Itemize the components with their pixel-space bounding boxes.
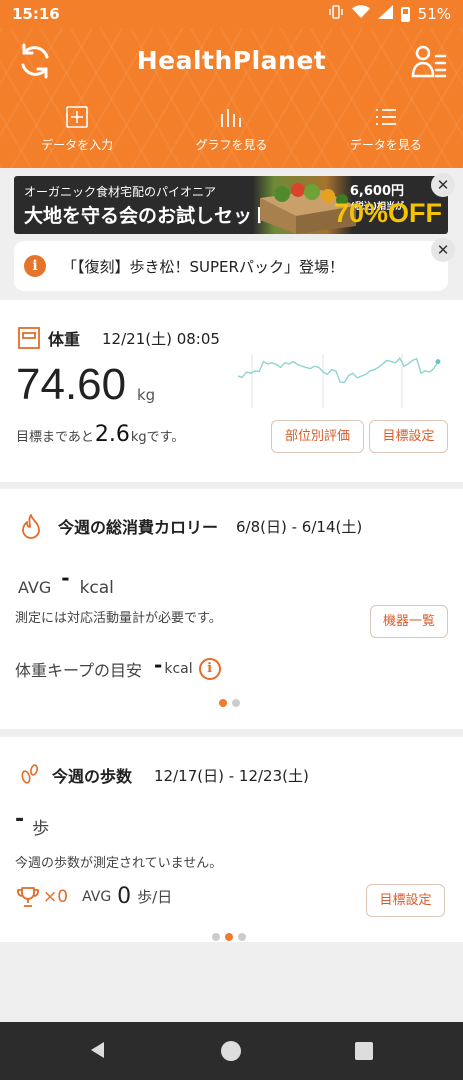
steps-summary: ×0 AVG 0 歩/日 (16, 884, 172, 909)
system-nav-bar (0, 1022, 463, 1080)
nav-label: データを見る (349, 138, 422, 152)
nav-label: データを入力 (41, 138, 114, 152)
weight-sparkline[interactable] (238, 350, 444, 412)
nav-data-input[interactable]: データを入力 (0, 106, 154, 153)
back-icon[interactable] (88, 1040, 108, 1060)
steps-goal-button[interactable]: 目標設定 (366, 884, 445, 917)
goal-value: 2.6 (94, 422, 130, 447)
weight-goal-button[interactable]: 目標設定 (369, 420, 448, 453)
device-list-button[interactable]: 機器一覧 (370, 605, 448, 638)
weight-goal: 目標まであと 2.6 kgです。 (16, 422, 184, 447)
pager-dot[interactable] (212, 933, 220, 941)
nav-label: グラフを見る (195, 138, 268, 152)
ad-discount: 70%OFF (333, 198, 442, 228)
steps-range: 12/17(日) - 12/23(土) (154, 766, 309, 785)
trophy-icon (17, 886, 39, 907)
weight-value: 74.60 (16, 360, 127, 409)
body-evaluation-button[interactable]: 部位別評価 (271, 420, 364, 453)
calorie-avg-label: AVG (18, 578, 52, 597)
status-bar: 15:16 51% (0, 0, 463, 28)
list-icon (375, 109, 396, 125)
calorie-card-header: 今週の総消費カロリー 6/8(日) - 6/14(土) (18, 513, 362, 539)
info-icon[interactable]: i (198, 658, 221, 680)
user-menu-icon[interactable] (411, 42, 447, 80)
ad-tagline: オーガニック食材宅配のパイオニア (24, 185, 217, 199)
app-header: HealthPlanet データを入力 グラフを見る データを見る (0, 28, 463, 168)
steps-card-header: 今週の歩数 12/17(日) - 12/23(土) (18, 762, 309, 788)
keep-value: - (154, 653, 163, 677)
weight-keep-target: 体重キープの目安 - kcal i (15, 653, 221, 681)
recents-icon[interactable] (354, 1041, 374, 1061)
steps-avg-label: AVG (82, 888, 112, 905)
steps-unit: 歩 (32, 819, 50, 839)
app-title: HealthPlanet (136, 46, 327, 75)
keep-unit: kcal (164, 661, 193, 677)
notice-close-button[interactable]: ✕ (431, 238, 455, 262)
flame-icon (22, 514, 40, 539)
ad-headline: 大地を守る会のお試しセット (24, 205, 272, 227)
sparkline-line (238, 356, 439, 384)
steps-avg-value: 0 (117, 884, 132, 909)
pager-dot[interactable] (238, 933, 246, 941)
wifi-icon (351, 5, 370, 23)
goal-suffix: kgです。 (130, 430, 185, 445)
ad-close-button[interactable]: ✕ (431, 173, 455, 197)
header-nav: データを入力 グラフを見る データを見る (0, 106, 463, 153)
steps-total: - 歩 (15, 807, 50, 840)
vibrate-icon (328, 5, 344, 23)
pager-dot[interactable] (232, 699, 240, 707)
bar-chart-icon (221, 109, 242, 127)
battery-level: 51% (417, 5, 451, 23)
goal-prefix: 目標まであと (16, 430, 94, 445)
calorie-avg: AVG - kcal (18, 566, 114, 598)
info-icon: i (24, 255, 46, 277)
weight-datetime: 12/21(土) 08:05 (102, 329, 220, 348)
steps-note: 今週の歩数が測定されていません。 (15, 856, 223, 871)
keep-label: 体重キープの目安 (15, 661, 143, 680)
plus-square-icon (66, 106, 88, 128)
weight-card-header: 体重 12/21(土) 08:05 (18, 326, 220, 350)
calorie-note: 測定には対応活動量計が必要です。 (15, 611, 222, 626)
calorie-avg-unit: kcal (79, 578, 114, 598)
scale-icon (18, 327, 40, 349)
calorie-range: 6/8(日) - 6/14(土) (236, 517, 363, 536)
screen: 15:16 51% HealthPlanet データを入力 グラフを見る データ… (0, 0, 463, 1080)
sparkline-latest-point (435, 359, 441, 365)
nav-view-data[interactable]: データを見る (309, 106, 463, 153)
battery-icon (400, 6, 410, 22)
footprints-icon (21, 764, 38, 784)
trophy-count: ×0 (43, 886, 69, 907)
steps-value: - (15, 807, 25, 832)
notice-banner[interactable]: i 「【復刻】歩き松！SUPERパック」登場！ (14, 241, 448, 291)
calorie-avg-value: - (61, 566, 70, 590)
status-time: 15:16 (12, 5, 60, 23)
ad-price-value: 6,600円 (349, 184, 404, 199)
weight-unit: kg (137, 386, 156, 404)
signal-icon (377, 5, 393, 23)
steps-pager (212, 933, 246, 941)
calorie-pager (219, 699, 240, 707)
notice-text: 「【復刻】歩き松！SUPERパック」登場！ (62, 257, 344, 276)
pager-dot[interactable] (225, 933, 233, 941)
steps-title: 今週の歩数 (52, 767, 133, 786)
calorie-title: 今週の総消費カロリー (58, 518, 219, 537)
weight-title: 体重 (48, 330, 81, 349)
ad-banner[interactable]: オーガニック食材宅配のパイオニア 大地を守る会のお試しセット 6,600円 (税… (14, 176, 448, 234)
home-icon[interactable] (220, 1040, 242, 1062)
nav-view-graph[interactable]: グラフを見る (154, 106, 308, 153)
pager-dot[interactable] (219, 699, 227, 707)
steps-avg-unit: 歩/日 (137, 888, 173, 906)
